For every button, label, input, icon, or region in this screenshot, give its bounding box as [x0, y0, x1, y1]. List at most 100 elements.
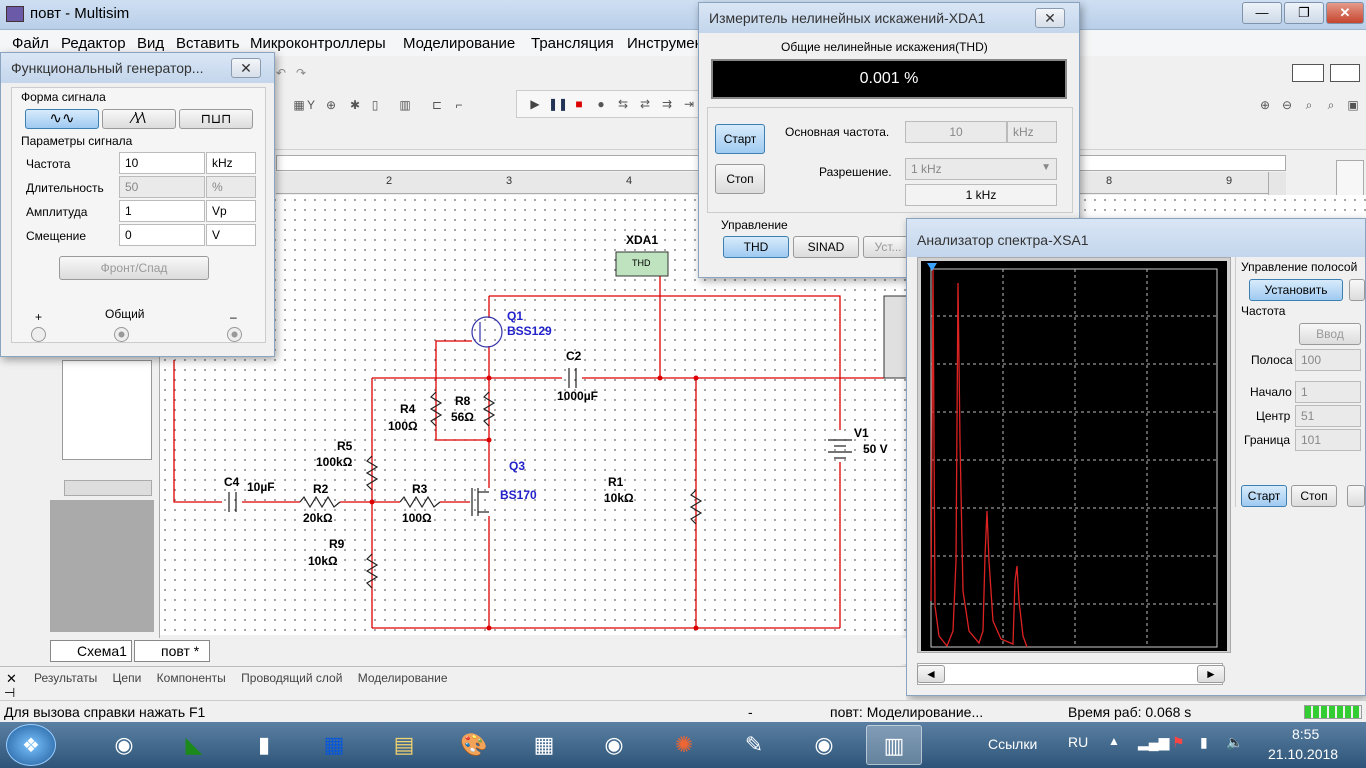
amplitude-input[interactable]: 1 [119, 200, 205, 222]
bottom-tabs: Результаты Цепи Компоненты Проводящий сл… [34, 671, 448, 685]
app-icon-2[interactable]: ✺ [656, 725, 712, 765]
tab-povt[interactable]: повт * [134, 640, 210, 662]
center-freq-input[interactable]: 51 [1295, 405, 1361, 427]
duty-input[interactable]: 50 [119, 176, 205, 198]
spectrum-analyzer-dialog: Анализатор спектра-XSA1 ◄ ► Управление п… [906, 218, 1366, 696]
minus-terminal[interactable] [227, 327, 242, 342]
status-time: Время раб: 0.068 s [1068, 704, 1192, 720]
tab-schema1[interactable]: Схема1 [50, 640, 132, 662]
chrome-icon[interactable]: ◉ [96, 725, 152, 765]
calculator-icon[interactable]: ▦ [516, 725, 572, 765]
r9-ref: R9 [329, 537, 345, 551]
chrome2-icon[interactable]: ◉ [586, 725, 642, 765]
multisim-taskbar-icon[interactable]: ▥ [866, 725, 922, 765]
offset-input[interactable]: 0 [119, 224, 205, 246]
fundamental-freq-unit[interactable]: kHz [1007, 121, 1057, 143]
plus-terminal[interactable] [31, 327, 46, 342]
fgen-close-button[interactable]: ✕ [231, 58, 261, 78]
end-freq-input[interactable]: 101 [1295, 429, 1361, 451]
language-indicator[interactable]: RU [1068, 734, 1088, 750]
tray-expand-icon[interactable]: ▲ [1108, 734, 1120, 748]
resolution-select[interactable]: 1 kHz ▼ [905, 158, 1057, 180]
fundamental-freq-input[interactable]: 10 [905, 121, 1007, 143]
spreadsheet-pin-icon[interactable]: ⊣ [4, 685, 15, 701]
bottom-tab-components[interactable]: Компоненты [157, 671, 226, 685]
spreadsheet-view: ✕ ⊣ Результаты Цепи Компоненты Проводящи… [0, 666, 906, 700]
spectrum-display [921, 261, 1227, 651]
thd-display: 0.001 % [711, 59, 1067, 99]
volume-icon[interactable]: 🔈 [1226, 734, 1243, 751]
bottom-tab-layers[interactable]: Проводящий слой [241, 671, 342, 685]
band-extra-button[interactable] [1349, 279, 1365, 301]
scroll-left-icon[interactable]: ◄ [917, 665, 945, 683]
r8-ref: R8 [455, 394, 471, 408]
status-sim: повт: Моделирование... [830, 704, 984, 720]
scroll-right-icon[interactable]: ► [1197, 665, 1225, 683]
hwmonitor-icon[interactable]: ▮ [236, 725, 292, 765]
span-input[interactable]: 100 [1295, 349, 1361, 371]
tab-label: Схема1 [77, 643, 127, 659]
freq-input[interactable]: 10 [119, 152, 205, 174]
function-generator-dialog: Функциональный генератор... ✕ Форма сигн… [0, 52, 275, 357]
sinad-mode-button[interactable]: SINAD [793, 236, 859, 258]
clock-time[interactable]: 8:55 [1292, 726, 1319, 742]
freq-unit[interactable]: kHz [206, 152, 256, 174]
bottom-tab-simulation[interactable]: Моделирование [358, 671, 448, 685]
triangle-wave-button[interactable]: ⁄\⁄\ [102, 109, 176, 129]
thd-mode-button[interactable]: THD [723, 236, 789, 258]
start-freq-input[interactable]: 1 [1295, 381, 1361, 403]
xsa-start-button[interactable]: Старт [1241, 485, 1287, 507]
amd-icon[interactable]: ◣ [166, 725, 222, 765]
resolution-display: 1 kHz [905, 184, 1057, 206]
xsa-stop-button[interactable]: Стоп [1291, 485, 1337, 507]
power-icon[interactable]: ▮ [1200, 734, 1208, 751]
links-toolbar[interactable]: Ссылки [988, 736, 1037, 752]
xsa-titlebar[interactable]: Анализатор спектра-XSA1 [907, 219, 1365, 257]
sim-progress [1304, 705, 1362, 719]
minus-terminal-label: – [230, 310, 237, 324]
square-wave-button[interactable]: ⊓⊔⊓ [179, 109, 253, 129]
fgen-titlebar[interactable]: Функциональный генератор... ✕ [1, 53, 274, 83]
xda-stop-button[interactable]: Стоп [715, 164, 765, 194]
xsa-title: Анализатор спектра-XSA1 [917, 232, 1089, 248]
paint-icon[interactable]: 🎨 [446, 725, 502, 765]
windows-icon[interactable]: ▦ [306, 725, 362, 765]
start-button[interactable]: ❖ [6, 724, 56, 766]
xda-start-button[interactable]: Старт [715, 124, 765, 154]
center-freq-label: Центр [1256, 409, 1291, 423]
explorer-icon[interactable]: ▤ [376, 725, 432, 765]
sine-wave-button[interactable]: ∿∿ [25, 109, 99, 129]
xsa-scrollbar[interactable] [917, 663, 1223, 685]
notepad-icon[interactable]: ✎ [726, 725, 782, 765]
xda-inner: THD [632, 258, 651, 268]
flag-icon[interactable]: ⚑ [1172, 734, 1185, 751]
common-terminal[interactable] [114, 327, 129, 342]
r1-value: 10kΩ [604, 491, 634, 505]
amplitude-unit[interactable]: Vp [206, 200, 256, 222]
bottom-tab-nets[interactable]: Цепи [113, 671, 142, 685]
set-button[interactable]: Установить [1249, 279, 1343, 301]
chrome3-icon[interactable]: ◉ [796, 725, 852, 765]
tab-label: повт * [161, 643, 200, 659]
offset-unit[interactable]: V [206, 224, 256, 246]
r8-value: 56Ω [451, 410, 474, 424]
clock-date[interactable]: 21.10.2018 [1268, 746, 1338, 762]
r5-value: 100kΩ [316, 455, 353, 469]
params-label: Параметры сигнала [21, 134, 133, 148]
q1-model: BSS129 [507, 324, 552, 338]
taskbar: ❖ ◉ ◣ ▮ ▦ ▤ 🎨 ▦ ◉ ✺ ✎ ◉ ▥ Ссылки RU ▲ ▂▄… [0, 722, 1366, 768]
xda-close-button[interactable]: ✕ [1035, 8, 1065, 28]
duty-unit[interactable]: % [206, 176, 256, 198]
network-icon[interactable]: ▂▄▆ [1138, 734, 1169, 751]
waveform-label: Форма сигнала [21, 90, 106, 104]
bottom-tab-results[interactable]: Результаты [34, 671, 97, 685]
q1-ref: Q1 [507, 309, 523, 323]
xda-titlebar[interactable]: Измеритель нелинейных искажений-XDA1 ✕ [699, 3, 1079, 33]
rise-fall-button[interactable]: Фронт/Спад [59, 256, 209, 280]
span-label: Полоса [1251, 353, 1293, 367]
c2-value: 1000µF [557, 389, 598, 403]
enter-button[interactable]: Ввод [1299, 323, 1361, 345]
xsa-extra-button[interactable] [1347, 485, 1365, 507]
c4-ref: C4 [224, 475, 240, 489]
r2-value: 20kΩ [303, 511, 333, 525]
